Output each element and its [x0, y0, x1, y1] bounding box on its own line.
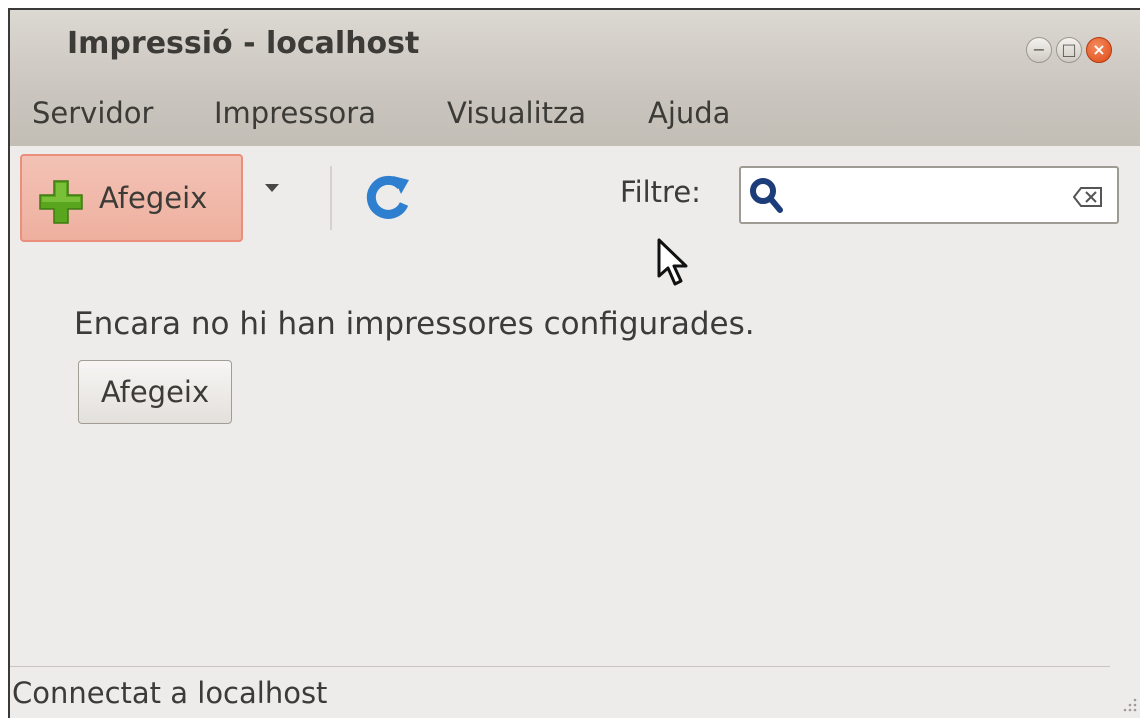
- menu-impressora[interactable]: Impressora: [214, 96, 376, 130]
- toolbar-separator: [330, 166, 332, 230]
- add-printer-tool-button[interactable]: Afegeix: [20, 154, 243, 242]
- menu-servidor[interactable]: Servidor: [32, 96, 153, 130]
- printer-window: Impressió - localhost − □ × Servidor Imp…: [8, 8, 1140, 718]
- printer-list-area: Encara no hi han impressores configurade…: [10, 256, 1140, 656]
- plus-icon: [39, 180, 83, 224]
- menu-visualitza[interactable]: Visualitza: [447, 96, 586, 130]
- window-title: Impressió - localhost: [67, 26, 420, 61]
- clear-icon[interactable]: [1073, 187, 1103, 207]
- add-printer-button[interactable]: Afegeix: [78, 360, 232, 424]
- status-text: Connectat a localhost: [12, 676, 328, 710]
- empty-message: Encara no hi han impressores configurade…: [74, 306, 755, 342]
- title-bar[interactable]: Impressió - localhost − □ ×: [10, 10, 1140, 88]
- close-button[interactable]: ×: [1086, 37, 1112, 63]
- filter-search-input[interactable]: [739, 166, 1119, 224]
- maximize-button[interactable]: □: [1056, 37, 1082, 63]
- dropdown-arrow-icon[interactable]: [265, 184, 279, 192]
- status-divider: [10, 666, 1110, 667]
- search-icon: [750, 178, 783, 213]
- toolbar: Afegeix Filtre:: [10, 146, 1140, 256]
- menu-ajuda[interactable]: Ajuda: [648, 96, 730, 130]
- refresh-icon[interactable]: [363, 172, 413, 222]
- resize-grip-icon[interactable]: [1122, 696, 1138, 712]
- add-tool-label: Afegeix: [99, 181, 208, 215]
- menu-bar: Servidor Impressora Visualitza Ajuda: [10, 88, 1140, 146]
- filter-label: Filtre:: [620, 175, 701, 209]
- minimize-button[interactable]: −: [1026, 37, 1052, 63]
